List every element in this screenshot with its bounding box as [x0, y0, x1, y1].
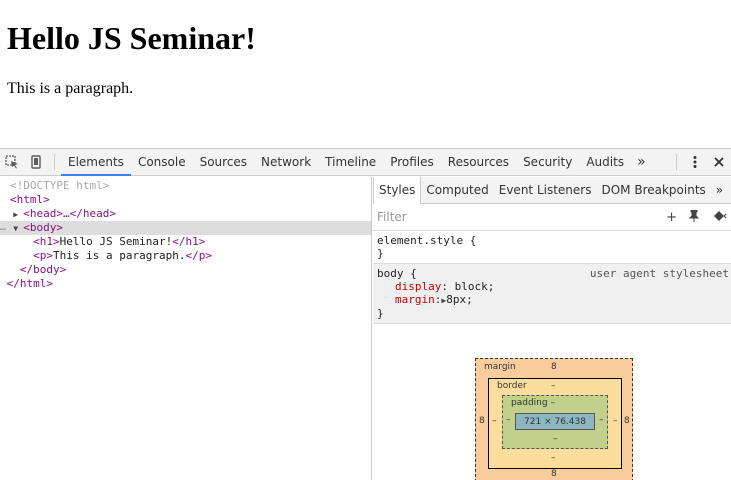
customize-menu-icon[interactable] [683, 149, 707, 175]
devtools-panel: Elements Console Sources Network Timelin… [0, 148, 731, 480]
tree-node-doctype[interactable]: <!DOCTYPE html> [0, 179, 371, 193]
box-model-border[interactable]: border – – – – padding – – – – 721 × 76.… [488, 378, 622, 469]
box-model-margin[interactable]: margin 8 8 8 8 border – – – – padding – … [475, 358, 633, 480]
close-icon[interactable] [707, 149, 731, 175]
tab-resources[interactable]: Resources [441, 149, 516, 175]
tab-sources[interactable]: Sources [193, 149, 254, 175]
box-model-diagram: margin 8 8 8 8 border – – – – padding – … [475, 358, 633, 480]
tree-node-html-close[interactable]: </html> [0, 277, 371, 291]
tree-node-body-close[interactable]: </body> [0, 263, 371, 277]
body-style-rule[interactable]: body { user agent stylesheet display: bl… [373, 264, 731, 324]
tab-console[interactable]: Console [131, 149, 193, 175]
new-style-rule-icon[interactable]: + [666, 210, 677, 225]
tab-timeline[interactable]: Timeline [318, 149, 383, 175]
more-tabs-icon[interactable]: » [631, 154, 652, 170]
filter-input[interactable]: Filter [377, 210, 407, 224]
page-content: Hello JS Seminar! This is a paragraph. [0, 0, 731, 148]
devtools-toolbar: Elements Console Sources Network Timelin… [0, 149, 731, 176]
margin-bottom-value[interactable]: 8 [551, 469, 557, 479]
page-heading: Hello JS Seminar! [7, 20, 256, 56]
tree-node-h1[interactable]: <h1>Hello JS Seminar!</h1> [0, 235, 371, 249]
margin-right-value[interactable]: 8 [624, 416, 630, 426]
tab-profiles[interactable]: Profiles [383, 149, 441, 175]
styles-tabbar: Styles Computed Event Listeners DOM Brea… [373, 176, 731, 204]
toolbar-divider-right [676, 154, 677, 170]
toolbar-divider [54, 154, 55, 170]
box-model-content[interactable]: 721 × 76.438 [515, 413, 595, 430]
margin-top-value[interactable]: 8 [551, 362, 557, 372]
tab-styles[interactable]: Styles [373, 176, 422, 204]
tab-security[interactable]: Security [516, 149, 579, 175]
element-style-rule[interactable]: element.style { } [373, 231, 731, 264]
styles-filter[interactable]: Filter + [373, 204, 731, 231]
tree-node-html[interactable]: <html> [0, 193, 371, 207]
inspect-element-icon[interactable] [0, 149, 24, 175]
tree-node-head[interactable]: ▶ <head>…</head> [0, 207, 371, 221]
css-property-display[interactable]: display: block; [377, 280, 727, 293]
rule-source-link[interactable]: user agent stylesheet [590, 267, 729, 280]
more-actions-icon[interactable]: … [0, 221, 6, 235]
css-property-margin[interactable]: margin:▶8px; [377, 293, 727, 307]
tree-node-body[interactable]: … ▼ <body> [0, 221, 371, 235]
toggle-classes-icon[interactable] [711, 210, 727, 226]
expand-triangle-icon[interactable]: ▶ [13, 208, 23, 222]
tab-audits[interactable]: Audits [579, 149, 631, 175]
tab-network[interactable]: Network [254, 149, 318, 175]
tab-event-listeners[interactable]: Event Listeners [494, 177, 597, 204]
element-state-icon[interactable] [688, 209, 700, 226]
styles-pane: Styles Computed Event Listeners DOM Brea… [373, 176, 731, 480]
collapse-triangle-icon[interactable]: ▼ [13, 222, 23, 236]
styles-more-icon[interactable]: » [711, 177, 728, 204]
tab-elements[interactable]: Elements [61, 149, 131, 176]
tab-dom-breakpoints[interactable]: DOM Breakpoints [596, 177, 710, 204]
tree-node-p[interactable]: <p>This is a paragraph.</p> [0, 249, 371, 263]
device-mode-icon[interactable] [24, 149, 48, 175]
tab-computed[interactable]: Computed [421, 177, 493, 204]
elements-tree: <!DOCTYPE html> <html> ▶ <head>…</head> …… [0, 177, 372, 480]
page-paragraph: This is a paragraph. [7, 80, 134, 97]
box-model-padding[interactable]: padding – – – – 721 × 76.438 [502, 395, 608, 449]
margin-left-value[interactable]: 8 [479, 416, 485, 426]
